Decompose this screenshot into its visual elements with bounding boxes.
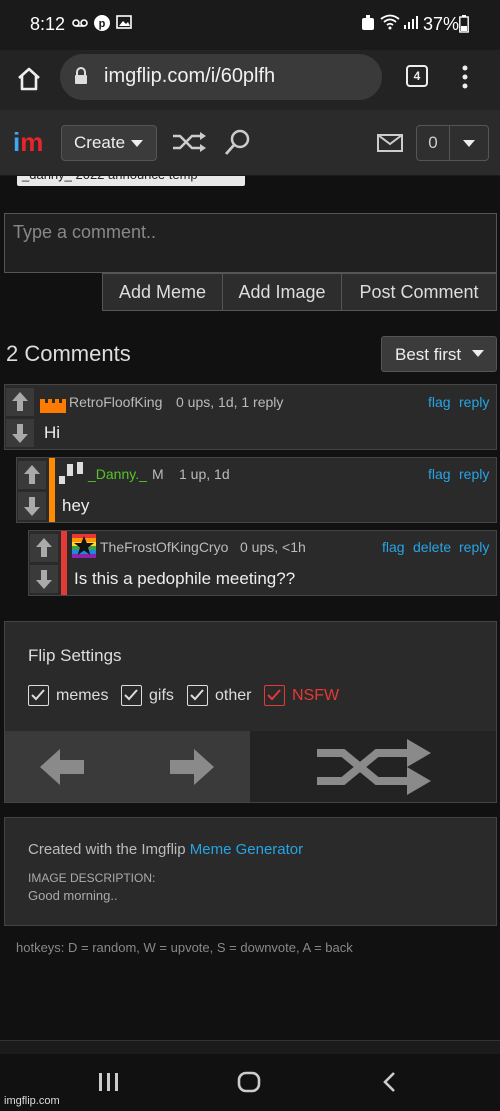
signal-icon [403,14,419,33]
chevron-down-icon[interactable] [463,140,475,147]
svg-text:p: p [99,18,106,30]
reply-link[interactable]: reply [459,539,489,555]
memes-checkbox[interactable] [28,685,49,706]
more-menu-icon[interactable] [458,64,472,90]
url-text[interactable]: imgflip.com/i/60plfh [104,65,275,88]
previous-arrow-icon[interactable] [40,748,86,791]
downvote-button[interactable] [30,565,58,593]
pinterest-icon: p [93,14,111,35]
imgflip-logo[interactable]: im [13,127,43,158]
nsfw-label[interactable]: NSFW [292,687,339,705]
search-icon[interactable] [224,129,252,162]
tag-chip[interactable]: _danny_ 2022 announce temp [17,176,245,186]
mail-icon[interactable] [377,133,403,158]
reply-link[interactable]: reply [459,466,489,482]
shuffle-icon[interactable] [313,739,433,800]
battery-percent: 37% [423,14,460,34]
flag-link[interactable]: flag [382,539,405,555]
tab-switcher-button[interactable]: 4 [406,65,428,87]
upvote-button[interactable] [6,388,34,416]
comment-text: Hi [44,423,61,442]
comments-count-title: 2 Comments [6,341,131,366]
status-time: 8:12 [30,14,66,34]
tag-chip-clip: _danny_ 2022 announce temp [0,176,500,186]
alarm-icon [360,14,376,35]
image-description-label: IMAGE DESCRIPTION: [28,871,156,885]
comment-meta: 1 up, 1d [179,466,230,482]
wifi-icon [380,14,400,33]
star-avatar-icon[interactable] [72,534,96,563]
battery-icon [459,15,469,36]
other-label[interactable]: other [215,687,251,705]
hotkeys-hint: hotkeys: D = random, W = upvote, S = dow… [16,940,353,955]
comment-author[interactable]: TheFrostOfKingCryo [100,539,228,555]
page-footer [0,1040,500,1054]
comment-author[interactable]: RetroFloofKing [69,394,162,410]
comment-meta: 0 ups, 1d, 1 reply [176,394,284,410]
comment-input[interactable]: Type a comment.. [4,213,497,273]
meme-generator-link[interactable]: Meme Generator [190,841,303,858]
sort-label: Best first [395,345,462,364]
upvote-button[interactable] [18,461,46,489]
created-prefix: Created with the Imgflip [28,841,190,858]
logo-m: m [20,127,44,157]
flag-link[interactable]: flag [428,466,451,482]
castle-avatar-icon[interactable] [40,395,66,418]
comment-meta: 0 ups, <1h [240,539,306,555]
gifs-label[interactable]: gifs [149,687,174,705]
notification-count[interactable]: 0 [417,126,450,160]
chevron-down-icon [472,350,484,357]
chevron-down-icon [131,140,143,147]
back-nav-icon[interactable] [382,1071,396,1098]
op-indicator-bar [49,458,55,522]
new-indicator-bar [61,531,67,595]
post-comment-button[interactable]: Post Comment [341,273,497,311]
downvote-button[interactable] [18,492,46,520]
next-arrow-icon[interactable] [168,748,214,791]
upvote-button[interactable] [30,534,58,562]
avatar-icon[interactable] [59,462,85,489]
imgflip-watermark: imgflip.com [4,1095,60,1107]
voicemail-icon [72,14,88,33]
shuffle-icon[interactable] [172,131,206,158]
add-image-button[interactable]: Add Image [222,273,342,311]
lock-icon[interactable] [74,67,88,85]
add-meme-button[interactable]: Add Meme [102,273,223,311]
nsfw-checkbox[interactable] [264,685,285,706]
home-icon[interactable] [14,64,46,96]
reply-link[interactable]: reply [459,394,489,410]
flip-settings-title: Flip Settings [28,646,122,665]
comment-text: Is this a pedophile meeting?? [74,569,296,588]
downvote-button[interactable] [6,419,34,447]
comment-author[interactable]: _Danny._ [88,466,147,482]
create-label: Create [74,133,126,152]
flag-link[interactable]: flag [428,394,451,410]
image-description-text: Good morning.. [28,888,118,903]
image-notification-icon [116,14,132,33]
home-nav-icon[interactable] [237,1071,261,1098]
mod-badge: M [152,466,164,482]
memes-label[interactable]: memes [56,687,108,705]
created-with-text: Created with the Imgflip Meme Generator [28,841,303,858]
recent-apps-icon[interactable] [98,1072,120,1097]
gifs-checkbox[interactable] [121,685,142,706]
other-checkbox[interactable] [187,685,208,706]
comment-text: hey [62,496,90,515]
delete-link[interactable]: delete [413,539,451,555]
